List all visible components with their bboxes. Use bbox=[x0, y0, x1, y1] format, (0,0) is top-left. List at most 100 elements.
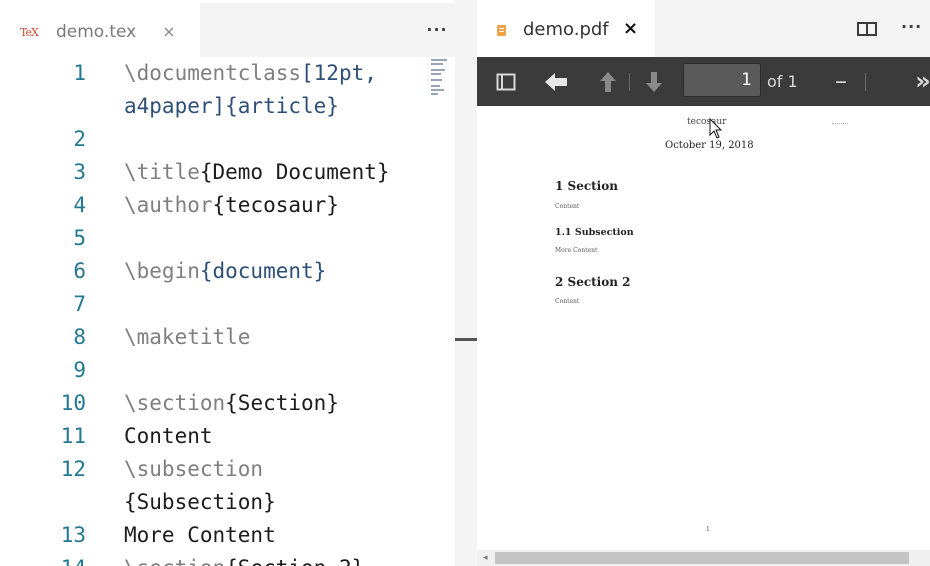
code-text: \documentclass[12pt, bbox=[124, 57, 377, 90]
code-token: More Content bbox=[124, 523, 276, 547]
code-token: [12pt, bbox=[301, 61, 377, 85]
toolbar-separator bbox=[865, 73, 866, 91]
code-text: a4paper]{article} bbox=[124, 90, 339, 123]
more-actions-button[interactable]: ··· bbox=[419, 16, 455, 44]
code-line[interactable]: 7 bbox=[0, 288, 455, 321]
code-line[interactable]: 3 \title{Demo Document} bbox=[0, 156, 455, 189]
tab-demo-pdf[interactable]: demo.pdf × bbox=[477, 0, 655, 57]
arrow-up-icon[interactable] bbox=[595, 57, 621, 106]
code-token: \section bbox=[124, 391, 226, 415]
close-icon[interactable]: × bbox=[160, 22, 178, 41]
page-count-label: of 1 bbox=[767, 72, 798, 91]
pdf-paragraph: Content bbox=[555, 203, 580, 210]
code-token: \section bbox=[124, 556, 225, 566]
line-number: 1 bbox=[73, 61, 86, 85]
scrollbar-thumb[interactable] bbox=[495, 552, 909, 564]
code-token: a4paper]{article} bbox=[124, 94, 339, 118]
code-token: {tecosaur} bbox=[212, 193, 339, 217]
pdf-subsection-heading: 1.1 Subsection bbox=[555, 227, 634, 238]
code-editor[interactable]: 1 \documentclass[12pt, a4paper]{article} 2 3… bbox=[0, 57, 455, 566]
code-text: \section{Section} bbox=[124, 387, 339, 420]
line-number: 4 bbox=[73, 193, 86, 217]
line-number: 13 bbox=[60, 523, 86, 547]
toolbar-overflow-button[interactable]: » bbox=[911, 57, 930, 106]
line-number: 6 bbox=[73, 259, 86, 283]
code-text: {Subsection} bbox=[124, 486, 276, 519]
code-line[interactable]: 8 \maketitle bbox=[0, 321, 455, 354]
mouse-cursor-icon bbox=[709, 117, 723, 140]
code-token: Content bbox=[124, 424, 213, 448]
code-token: {Demo Document} bbox=[199, 160, 390, 184]
arrow-left-icon[interactable] bbox=[541, 57, 571, 106]
editor-tab-bar: TeX demo.tex × ··· bbox=[0, 3, 455, 57]
code-line[interactable]: a4paper]{article} bbox=[0, 90, 455, 123]
line-number: 5 bbox=[73, 226, 86, 250]
page-number-input[interactable]: 1 bbox=[683, 63, 761, 97]
code-token: {Section 2} bbox=[225, 556, 364, 566]
code-line[interactable]: 10 \section{Section} bbox=[0, 387, 455, 420]
resize-handle[interactable] bbox=[455, 338, 477, 341]
pdf-toolbar: 1 of 1 – » bbox=[477, 57, 930, 106]
tab-label: demo.pdf bbox=[523, 19, 609, 40]
code-text: Content bbox=[124, 420, 213, 453]
pdf-file-icon bbox=[497, 25, 506, 36]
code-text: \begin{document} bbox=[124, 255, 326, 288]
code-line[interactable]: 4 \author{tecosaur} bbox=[0, 189, 455, 222]
code-line[interactable]: 9 bbox=[0, 354, 455, 387]
line-number: 2 bbox=[73, 127, 86, 151]
sidebar-toggle-icon[interactable] bbox=[493, 57, 519, 106]
arrow-down-icon[interactable] bbox=[641, 57, 667, 106]
line-number: 7 bbox=[73, 292, 86, 316]
code-text: \section{Section 2} bbox=[124, 552, 364, 566]
code-line[interactable]: 12 \subsection bbox=[0, 453, 455, 486]
line-number: 14 bbox=[40, 552, 86, 566]
more-actions-button[interactable]: ··· bbox=[901, 13, 922, 41]
code-line[interactable]: {Subsection} bbox=[0, 486, 455, 519]
tab-demo-tex[interactable]: TeX demo.tex × bbox=[0, 3, 200, 57]
code-token: {Section} bbox=[225, 391, 339, 415]
code-token: {Subsection} bbox=[124, 490, 276, 514]
code-text: \maketitle bbox=[124, 321, 250, 354]
code-token: \documentclass bbox=[124, 61, 302, 85]
code-line[interactable]: 2 bbox=[0, 123, 455, 156]
code-line[interactable]: 5 bbox=[0, 222, 455, 255]
line-number: 12 bbox=[60, 457, 86, 481]
pdf-paragraph: Content bbox=[555, 298, 580, 305]
horizontal-scrollbar[interactable]: ◂ bbox=[477, 550, 930, 566]
pdf-section-heading: 2 Section 2 bbox=[555, 275, 631, 289]
tex-file-icon: TeX bbox=[20, 26, 39, 39]
pdf-page-number: 1 bbox=[706, 526, 710, 533]
split-editor-icon[interactable] bbox=[857, 22, 877, 36]
pdf-paragraph: More Content bbox=[555, 247, 598, 254]
code-line[interactable]: 14 \section{Section 2} bbox=[0, 552, 455, 566]
code-line[interactable]: 6 \begin{document} bbox=[0, 255, 455, 288]
pdf-tab-bar: demo.pdf × ··· bbox=[477, 0, 930, 57]
line-number: 11 bbox=[60, 424, 86, 448]
code-line[interactable]: 11 Content bbox=[0, 420, 455, 453]
tab-label: demo.tex bbox=[56, 22, 137, 42]
pdf-page[interactable]: tecosaur October 19, 2018 1 Section Cont… bbox=[477, 106, 930, 550]
zoom-out-button[interactable]: – bbox=[829, 57, 853, 106]
code-token: {document} bbox=[199, 259, 327, 283]
minimap[interactable] bbox=[431, 57, 451, 101]
code-text: \subsection bbox=[124, 453, 263, 486]
code-text: More Content bbox=[124, 519, 276, 552]
code-token: \begin bbox=[124, 259, 200, 283]
code-token: \title bbox=[124, 160, 200, 184]
tex-editor-pane: TeX demo.tex × ··· 1 \documentclass[12pt,… bbox=[0, 0, 455, 566]
scroll-left-icon[interactable]: ◂ bbox=[483, 550, 488, 566]
line-number: 8 bbox=[73, 325, 86, 349]
line-number: 10 bbox=[60, 391, 86, 415]
line-number: 3 bbox=[73, 160, 86, 184]
pdf-date: October 19, 2018 bbox=[665, 140, 754, 151]
pdf-viewer-pane: demo.pdf × ··· 1 of 1 – » tecosaur Octob… bbox=[477, 0, 930, 566]
pdf-section-heading: 1 Section bbox=[555, 179, 618, 193]
code-token: \author bbox=[124, 193, 213, 217]
close-icon[interactable]: × bbox=[623, 18, 638, 39]
code-token: \maketitle bbox=[124, 325, 251, 349]
toolbar-separator bbox=[629, 73, 630, 91]
code-line[interactable]: 1 \documentclass[12pt, bbox=[0, 57, 455, 90]
pdf-title-artifact bbox=[832, 123, 848, 126]
pane-divider[interactable] bbox=[455, 0, 477, 566]
code-line[interactable]: 13 More Content bbox=[0, 519, 455, 552]
